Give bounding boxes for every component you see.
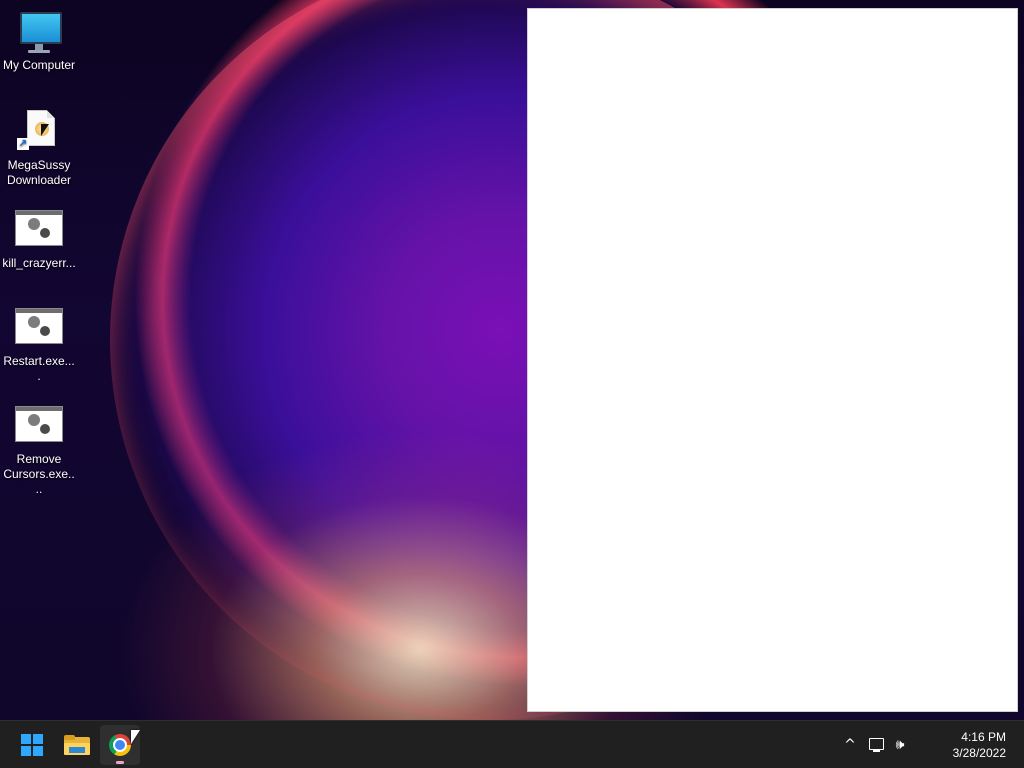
gear-icon [40, 228, 50, 238]
start-button[interactable] [12, 725, 52, 765]
desktop: My Computer ↗ MegaSussy Downloader kill_… [0, 0, 1024, 768]
executable-icon [15, 402, 63, 450]
folder-icon [64, 735, 90, 755]
desktop-icon-label: My Computer [2, 58, 76, 72]
running-indicator [116, 761, 124, 764]
desktop-icon-label: MegaSussy Downloader [6, 158, 72, 187]
mouse-pointer-icon [131, 730, 140, 744]
desktop-icon-label: kill_crazyerr... [2, 256, 76, 270]
desktop-icon-megasussy-downloader[interactable]: ↗ MegaSussy Downloader [0, 108, 78, 188]
desktop-icon-label: Remove Cursors.exe.... [3, 452, 75, 496]
volume-icon[interactable]: 🕪 [890, 735, 910, 755]
gear-icon [28, 414, 40, 426]
show-hidden-icons-button[interactable]: ^ [840, 735, 860, 755]
shortcut-arrow-icon: ↗ [17, 138, 29, 150]
executable-icon [15, 304, 63, 352]
clock-date: 3/28/2022 [952, 746, 1006, 760]
taskbar: ^ 🕪 4:16 PM 3/28/2022 [0, 720, 1024, 768]
monitor-icon [15, 8, 63, 56]
network-icon[interactable] [866, 735, 886, 755]
shortcut-document-icon: ↗ [15, 108, 63, 156]
gear-icon [40, 326, 50, 336]
windows-start-icon [21, 734, 43, 756]
executable-icon [15, 206, 63, 254]
gear-icon [28, 316, 40, 328]
clock-time: 4:16 PM [961, 730, 1006, 744]
desktop-icon-remove-cursors-exe[interactable]: Remove Cursors.exe.... [0, 402, 78, 497]
desktop-icon-kill-crazyerr[interactable]: kill_crazyerr... [0, 206, 78, 271]
gear-icon [40, 424, 50, 434]
desktop-icon-label: Restart.exe.... [3, 354, 75, 383]
chrome-icon [109, 734, 131, 756]
desktop-icon-restart-exe[interactable]: Restart.exe.... [0, 304, 78, 384]
blank-app-window[interactable] [527, 8, 1018, 712]
clock[interactable]: 4:16 PM 3/28/2022 [953, 729, 1006, 761]
gear-icon [28, 218, 40, 230]
file-explorer-button[interactable] [56, 725, 96, 765]
desktop-icon-my-computer[interactable]: My Computer [0, 8, 78, 73]
